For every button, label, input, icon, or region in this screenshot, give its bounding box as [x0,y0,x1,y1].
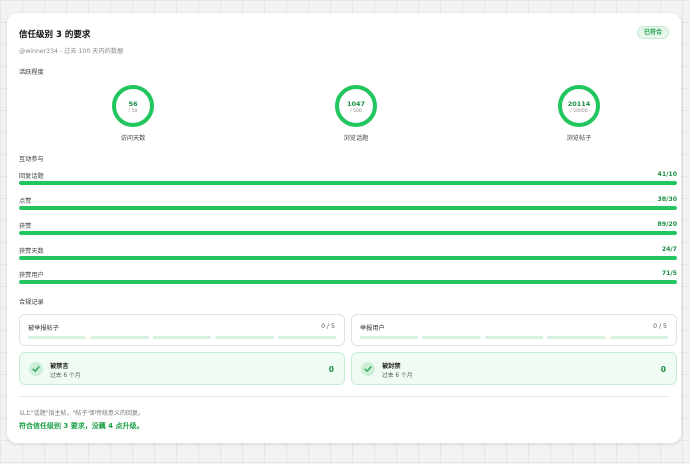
progress-fill [19,280,677,284]
segment-bar [28,336,337,339]
segment-bar [360,336,669,339]
progress-track [19,181,677,185]
stat-ratio: 71/5 [661,270,677,277]
activity-section-label: 活跃程度 [19,69,44,76]
stat-name: 获赞用户 [19,272,44,279]
trust-level-card: 信任级别 3 的要求 已符合 @winner334 - 过去 100 天内的数据… [7,13,681,443]
status-badge: 已符合 [636,26,669,39]
gauge-value: 20114 [567,100,591,108]
gauge-posts-viewed: 20114 / 20000 浏览帖子 [549,84,609,142]
silenced-box: 被禁言 过去 6 个月 0 [19,352,345,385]
gauge-target: / 50 [128,109,138,114]
reported-users-box: 举报用户 0 / 5 [351,314,677,346]
stat-ratio: 38/30 [657,196,677,203]
report-count: 0 / 5 [321,323,335,330]
suspended-box: 被封禁 过去 6 个月 0 [351,352,677,385]
card-subtitle: @winner334 - 过去 100 天内的数据 [19,48,124,55]
report-name: 被举报帖子 [28,325,59,332]
interaction-section-label: 互动参与 [19,156,44,163]
stat-name: 点赞 [19,198,32,205]
gauge-label: 浏览帖子 [566,135,592,142]
gauge-target: / 500 [350,109,362,114]
progress-fill [19,256,677,260]
gauge-value: 56 [128,100,138,108]
divider [19,396,669,397]
gauge-target: / 20000 [570,109,588,114]
stat-name: 获赞天数 [19,248,44,255]
card-title: 信任级别 3 的要求 [19,30,91,40]
progress-fill [19,206,677,210]
reported-posts-box: 被举报帖子 0 / 5 [19,314,345,346]
gauge-visit-days: 56 / 50 访问天数 [103,84,163,142]
progress-track [19,206,677,210]
stat-ratio: 89/20 [657,221,677,228]
gauge-label: 访问天数 [120,135,146,142]
ban-value: 0 [328,365,334,374]
stat-name: 回复话题 [19,173,44,180]
ban-period: 过去 6 个月 [382,373,413,379]
report-count: 0 / 5 [653,323,667,330]
progress-fill [19,181,677,185]
check-icon [361,362,375,376]
check-icon [29,362,43,376]
stat-ratio: 24/7 [661,246,677,253]
stat-name: 获赞 [19,223,32,230]
report-name: 举报用户 [360,325,385,332]
gauge-value: 1047 [346,100,366,108]
stat-ratio: 41/10 [657,171,677,178]
footnote: 以上"话题"指主帖，"帖子"即传统意义的回复。 [19,410,145,417]
ban-period: 过去 6 个月 [50,373,81,379]
result-text: 符合信任级别 3 要求，没藕 4 点升级。 [19,422,144,430]
ban-name: 被禁言 [50,363,69,370]
progress-track [19,231,677,235]
progress-track [19,256,677,260]
ban-value: 0 [660,365,666,374]
progress-track [19,280,677,284]
progress-fill [19,231,677,235]
compliance-section-label: 合规记录 [19,299,44,306]
ban-name: 被封禁 [382,363,401,370]
gauge-topics-viewed: 1047 / 500 浏览话题 [326,84,386,142]
gauge-label: 浏览话题 [343,135,369,142]
